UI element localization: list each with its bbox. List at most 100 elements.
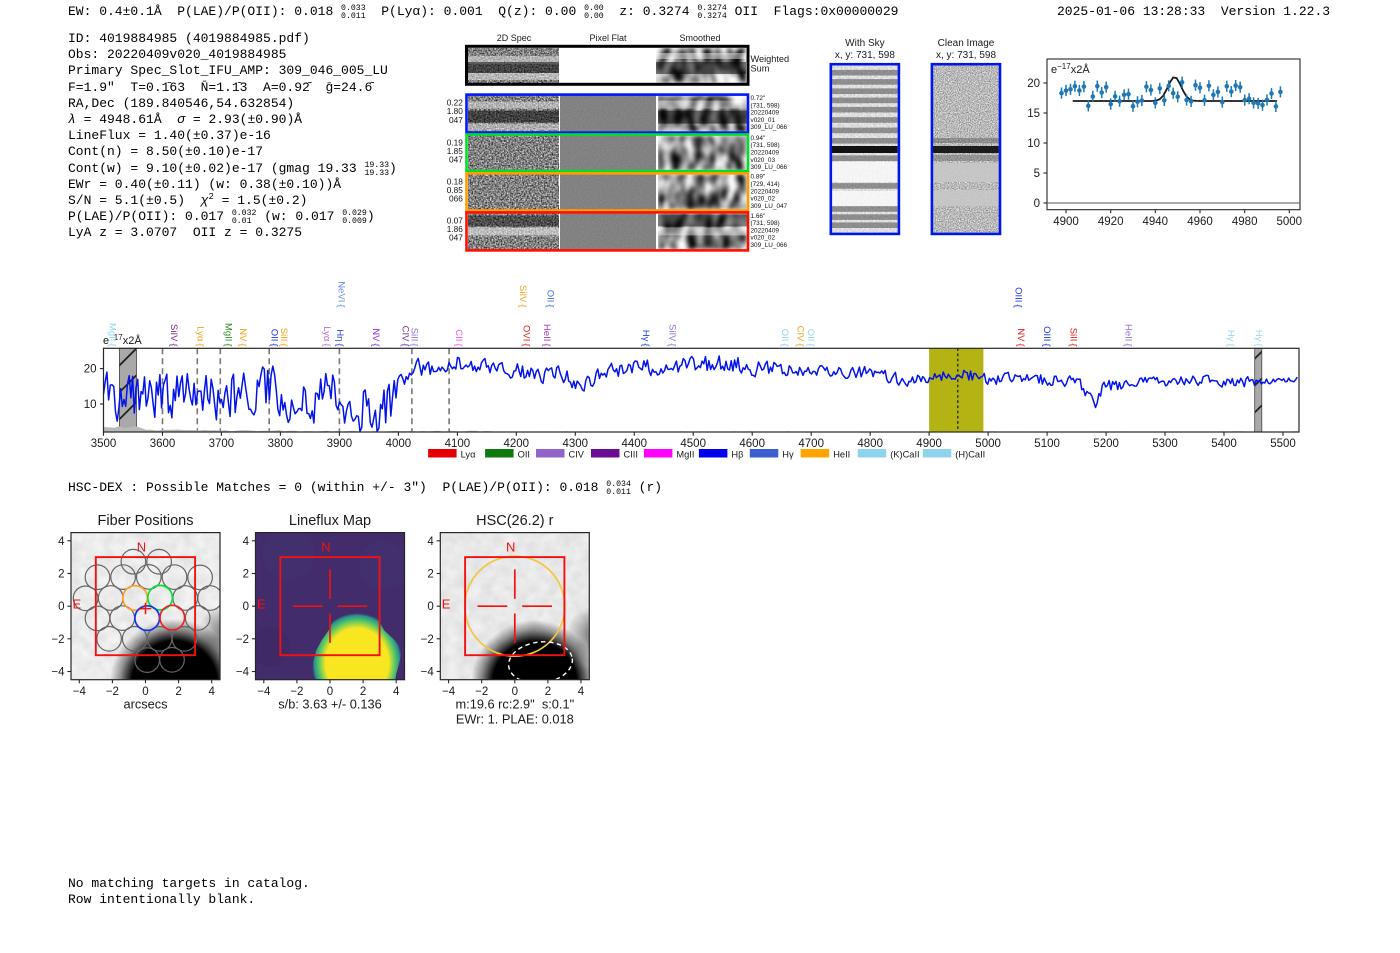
svg-text:−4: −4 [51, 667, 65, 679]
svg-text:−4: −4 [421, 667, 435, 679]
svg-text:20220409: 20220409 [751, 110, 780, 117]
svg-text:Smoothed: Smoothed [679, 33, 720, 43]
svg-text:e−17x2Å: e−17x2Å [1051, 62, 1090, 76]
svg-text:−2: −2 [51, 634, 64, 646]
svg-text:20220409: 20220409 [751, 150, 780, 157]
svg-text:0: 0 [1034, 198, 1040, 210]
svg-text:−4: −4 [257, 686, 271, 698]
svg-text:4: 4 [208, 686, 215, 698]
svg-text:(731, 598): (731, 598) [751, 102, 780, 109]
svg-text:4: 4 [427, 536, 434, 548]
svg-text:−2: −2 [236, 634, 249, 646]
svg-text:3900: 3900 [327, 438, 353, 450]
svg-text:EWr: 1. PLAE: 0.018: EWr: 1. PLAE: 0.018 [456, 712, 574, 727]
svg-text:15: 15 [1027, 108, 1040, 120]
svg-text:3700: 3700 [209, 438, 235, 450]
svg-text:Hγ {: Hγ { [1253, 330, 1264, 347]
svg-text:(731, 598): (731, 598) [751, 220, 780, 227]
svg-text:v020_03: v020_03 [751, 157, 776, 164]
svg-text:5500: 5500 [1270, 438, 1296, 450]
svg-text:MgII: MgII [676, 449, 694, 459]
svg-text:N: N [506, 539, 515, 554]
svg-text:0.94": 0.94" [751, 135, 766, 142]
svg-text:4: 4 [243, 536, 250, 548]
svg-text:N: N [321, 539, 330, 554]
svg-text:4200: 4200 [504, 438, 530, 450]
svg-text:4960: 4960 [1187, 216, 1213, 228]
svg-text:NV {: NV { [370, 328, 381, 346]
svg-text:0.72": 0.72" [751, 95, 766, 102]
svg-text:4920: 4920 [1098, 216, 1124, 228]
svg-text:4940: 4940 [1143, 216, 1169, 228]
svg-text:10: 10 [1027, 138, 1040, 150]
svg-text:10: 10 [84, 399, 97, 411]
svg-text:066: 066 [449, 194, 463, 204]
svg-text:4: 4 [578, 686, 585, 698]
svg-text:5000: 5000 [975, 438, 1001, 450]
svg-text:1.66": 1.66" [751, 213, 766, 220]
svg-text:Clean Image: Clean Image [938, 38, 995, 49]
svg-text:arcsecs: arcsecs [123, 697, 167, 712]
svg-text:N: N [137, 539, 146, 554]
svg-text:OIII {: OIII { [1041, 326, 1052, 346]
svg-text:20: 20 [1027, 78, 1040, 90]
svg-text:4000: 4000 [386, 438, 412, 450]
svg-text:SiII {: SiII { [1067, 328, 1078, 347]
svg-text:(H)CaII: (H)CaII [955, 449, 985, 459]
svg-text:(K)CaII: (K)CaII [890, 449, 919, 459]
svg-text:5000: 5000 [1277, 216, 1303, 228]
svg-text:3600: 3600 [150, 438, 176, 450]
svg-text:2: 2 [175, 686, 181, 698]
svg-text:4: 4 [58, 536, 65, 548]
svg-text:HeII: HeII [833, 449, 850, 459]
svg-text:20220409: 20220409 [751, 188, 780, 195]
svg-text:s/b: 3.63 +/- 0.136: s/b: 3.63 +/- 0.136 [278, 697, 382, 712]
svg-text:CIV {: CIV { [399, 326, 410, 347]
svg-text:v020_02: v020_02 [751, 196, 776, 203]
svg-text:4900: 4900 [1053, 216, 1079, 228]
svg-text:−4: −4 [442, 686, 456, 698]
svg-text:2: 2 [243, 569, 249, 581]
svg-text:4800: 4800 [857, 438, 883, 450]
svg-text:Hη {: Hη { [334, 329, 345, 346]
svg-text:4300: 4300 [563, 438, 589, 450]
svg-text:CIV {: CIV { [794, 326, 805, 347]
svg-text:CII {: CII { [453, 329, 464, 346]
svg-text:047: 047 [449, 115, 463, 125]
svg-text:SiII {: SiII { [278, 328, 289, 347]
svg-text:OII {: OII { [805, 329, 816, 347]
svg-text:4400: 4400 [622, 438, 648, 450]
svg-text:2: 2 [58, 569, 64, 581]
svg-text:OII {: OII { [544, 290, 555, 308]
svg-text:HeII {: HeII { [1122, 324, 1133, 347]
svg-text:NeVI {: NeVI { [336, 281, 347, 307]
svg-text:3500: 3500 [91, 438, 117, 450]
svg-text:−4: −4 [73, 686, 87, 698]
svg-text:NV {: NV { [1015, 328, 1026, 346]
svg-text:CIII: CIII [624, 449, 638, 459]
svg-text:NV {: NV { [237, 328, 248, 346]
svg-text:HeII {: HeII { [541, 324, 552, 347]
svg-text:Sum: Sum [751, 63, 770, 73]
svg-text:OII: OII [518, 449, 530, 459]
svg-text:5200: 5200 [1093, 438, 1119, 450]
svg-text:MgII {: MgII { [107, 323, 118, 347]
svg-text:v020_01: v020_01 [751, 117, 776, 124]
svg-text:5400: 5400 [1211, 438, 1237, 450]
svg-text:309_LU_066: 309_LU_066 [751, 164, 788, 171]
svg-text:(731, 598): (731, 598) [751, 142, 780, 149]
svg-text:Hγ {: Hγ { [640, 330, 651, 347]
svg-text:2D Spec: 2D Spec [497, 33, 532, 43]
svg-text:0: 0 [58, 601, 64, 613]
svg-text:Lyα: Lyα [461, 449, 476, 459]
svg-text:047: 047 [449, 233, 463, 243]
svg-text:4980: 4980 [1232, 216, 1258, 228]
svg-text:MgII {: MgII { [222, 323, 233, 347]
svg-text:OII {: OII { [779, 329, 790, 347]
svg-text:5: 5 [1034, 168, 1040, 180]
svg-text:4700: 4700 [798, 438, 824, 450]
svg-text:SiII {: SiII { [409, 328, 420, 347]
svg-text:v020_02: v020_02 [751, 235, 776, 242]
svg-text:20: 20 [84, 364, 97, 376]
svg-text:Lineflux Map: Lineflux Map [289, 513, 371, 529]
